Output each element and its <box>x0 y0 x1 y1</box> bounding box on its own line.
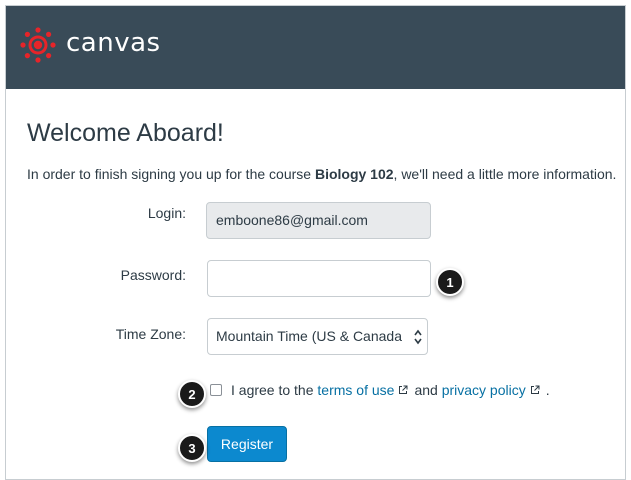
page-title: Welcome Aboard! <box>27 119 224 147</box>
canvas-logo-icon <box>20 27 56 63</box>
agree-prefix: I agree to the <box>231 382 314 398</box>
external-link-icon <box>530 385 540 394</box>
callout-badge-2: 2 <box>178 380 206 408</box>
register-button[interactable]: Register <box>207 426 287 462</box>
intro-before: In order to finish signing you up for th… <box>27 166 315 182</box>
course-name: Biology 102 <box>314 166 394 182</box>
header-bar: canvas <box>6 6 625 89</box>
select-arrows-icon <box>414 329 422 345</box>
login-label: Login: <box>147 205 186 221</box>
intro-text: In order to finish signing you up for th… <box>27 166 616 182</box>
password-input[interactable] <box>207 260 431 297</box>
timezone-label: Time Zone: <box>115 326 186 342</box>
agree-checkbox[interactable] <box>210 384 222 396</box>
brand-name[interactable]: canvas <box>66 28 161 58</box>
password-label: Password: <box>120 267 186 283</box>
callout-badge-1: 1 <box>436 268 464 296</box>
agree-row: I agree to the terms of use and privacy … <box>210 382 550 398</box>
terms-of-use-link[interactable]: terms of use <box>317 382 394 398</box>
browser-frame: canvas Welcome Aboard! In order to finis… <box>5 5 626 480</box>
privacy-policy-link[interactable]: privacy policy <box>442 382 526 398</box>
external-link-icon <box>399 385 408 394</box>
agree-and: and <box>414 382 438 398</box>
timezone-selected-value: Mountain Time (US & Canada) (-07:00) <box>216 328 402 344</box>
callout-badge-3: 3 <box>178 434 206 462</box>
login-value-field: emboone86@gmail.com <box>206 202 431 239</box>
agree-suffix: . <box>545 382 550 398</box>
timezone-select[interactable]: Mountain Time (US & Canada) (-07:00) <box>207 318 428 355</box>
intro-after: , we'll need a little more information. <box>393 166 617 182</box>
